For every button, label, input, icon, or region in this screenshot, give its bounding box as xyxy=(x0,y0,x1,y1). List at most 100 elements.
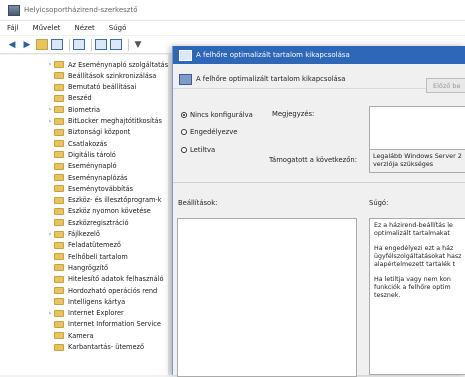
tree-item[interactable]: Hangrögzítő xyxy=(46,262,108,273)
tree-item-label: Internet Information Service xyxy=(68,320,161,329)
tree-item[interactable]: Eszközregisztráció xyxy=(46,217,129,228)
tree-item[interactable]: Beszéd xyxy=(46,93,92,104)
tree-item[interactable]: Eszköz nyomon követése xyxy=(46,206,151,217)
tree-item[interactable]: Hordozható operációs rend xyxy=(46,285,157,296)
tree-item[interactable]: › Fájlkezelő xyxy=(46,229,100,240)
folder-icon xyxy=(54,117,64,125)
window-titlebar: Helyicsoportházirend-szerkesztő xyxy=(0,0,465,21)
tree-item[interactable]: Kamera xyxy=(46,330,93,341)
menu-view[interactable]: Nézet xyxy=(68,24,102,32)
options-label: Beállítások: xyxy=(178,199,218,207)
folder-icon xyxy=(54,83,64,91)
tree-item[interactable]: Biztonsági központ xyxy=(46,127,130,138)
comment-label: Megjegyzés: xyxy=(272,110,315,118)
tree-item[interactable]: Eseménynaplózás xyxy=(46,172,127,183)
dialog-header: A felhőre optimalizált tartalom kikapcso… xyxy=(173,70,465,89)
tree-item-label: Eseménynapló xyxy=(68,162,117,171)
tree-item[interactable]: › Az Eseménynapló szolgáltatás xyxy=(46,59,168,70)
forward-icon[interactable]: ▶ xyxy=(21,39,33,51)
chevron-right-icon[interactable]: › xyxy=(46,231,54,238)
tree-item-label: Bemutató beállításai xyxy=(68,83,137,92)
menu-file[interactable]: Fájl xyxy=(0,24,26,32)
tree-item-label: Kamera xyxy=(68,331,94,340)
tree-item[interactable]: Hitelesítő adatok felhasználó xyxy=(46,274,164,285)
show-tree-icon[interactable] xyxy=(51,39,63,51)
radio-button-icon[interactable] xyxy=(181,129,187,135)
chevron-right-icon[interactable]: › xyxy=(46,61,54,68)
folder-icon xyxy=(54,253,64,261)
help-line: optimalizált tartalmakat xyxy=(374,230,450,237)
folder-icon xyxy=(54,207,64,215)
folder-icon xyxy=(54,94,64,102)
tree-item[interactable]: Feladatütemező xyxy=(46,240,121,251)
tree-item[interactable]: Bemutató beállításai xyxy=(46,82,136,93)
tree-item-label: Beállítások szinkronizálása xyxy=(68,71,157,80)
tree-item-label: Hitelesítő adatok felhasználó xyxy=(68,275,164,284)
toolbar-separator xyxy=(128,38,129,51)
radio-enabled[interactable]: Engedélyezve xyxy=(181,126,237,138)
tree-item[interactable]: Csatlakozás xyxy=(46,138,107,149)
help-line: Ha letiltja vagy nem kon xyxy=(374,276,451,283)
chevron-right-icon[interactable]: › xyxy=(46,310,54,317)
tree-item[interactable]: Felhőbeli tartalom xyxy=(46,251,128,262)
radio-button-icon[interactable] xyxy=(181,112,187,118)
folder-icon xyxy=(54,151,64,159)
help-line: ügyfélszolgáltatásokat hasz xyxy=(374,253,462,260)
tree-item-label: Biztonsági központ xyxy=(68,128,131,137)
tree-item-label: Az Eseménynapló szolgáltatás xyxy=(68,60,169,69)
tree-item[interactable]: Eszköz- és illesztőprogram-k xyxy=(46,195,162,206)
help-line: Ha engedélyezi ezt a ház xyxy=(374,245,454,252)
menubar: Fájl Művelet Nézet Súgó xyxy=(0,21,465,35)
toolbar-separator xyxy=(91,38,92,51)
folder-icon xyxy=(54,128,64,136)
chevron-right-icon[interactable]: › xyxy=(46,118,54,125)
folder-up-icon[interactable] xyxy=(36,39,48,51)
folder-icon xyxy=(54,287,64,294)
chevron-right-icon[interactable]: › xyxy=(46,106,54,113)
previous-setting-button[interactable]: Előző be xyxy=(426,78,465,93)
tree-item[interactable]: Eseménytovábbítás xyxy=(46,183,133,194)
tree-item-label: Karbantartás- ütemező xyxy=(68,343,145,351)
dialog-title: A felhőre optimalizált tartalom kikapcso… xyxy=(196,51,350,59)
window-title: Helyicsoportházirend-szerkesztő xyxy=(24,6,138,14)
tree-item[interactable]: › Biometria xyxy=(46,104,100,115)
menu-help[interactable]: Súgó xyxy=(102,24,134,32)
tree-item[interactable]: Intelligens kártya xyxy=(46,296,125,307)
radio-label: Engedélyezve xyxy=(190,128,238,136)
tree-item[interactable]: Beállítások szinkronizálása xyxy=(46,70,156,81)
dialog-header-text: A felhőre optimalizált tartalom kikapcso… xyxy=(196,75,346,83)
tree-item-label: Feladatütemező xyxy=(68,241,121,250)
help-line: alapértelmezett tartalék t xyxy=(374,261,456,268)
radio-label: Letiltva xyxy=(190,146,216,154)
tree-item[interactable]: › Internet Explorer xyxy=(46,308,124,319)
radio-label: Nincs konfigurálva xyxy=(190,111,253,119)
dialog-icon xyxy=(179,49,192,61)
radio-disabled[interactable]: Letiltva xyxy=(181,144,215,156)
tree-item[interactable]: Karbantartás- ütemező xyxy=(46,342,144,353)
folder-icon xyxy=(54,230,64,238)
app-icon xyxy=(8,4,20,16)
tree-item-label: Csatlakozás xyxy=(68,139,108,148)
radio-button-icon[interactable] xyxy=(181,147,187,153)
menu-action[interactable]: Művelet xyxy=(26,24,68,32)
view-icon[interactable] xyxy=(110,39,122,51)
filter-icon[interactable]: ▼ xyxy=(132,39,144,51)
folder-icon xyxy=(54,174,64,181)
tree-item-label: Eseménynaplózás xyxy=(68,173,128,182)
help-icon[interactable] xyxy=(95,39,107,51)
folder-icon xyxy=(54,162,64,170)
tree-item-label: BitLocker meghajtótitkosítás xyxy=(68,117,162,125)
tree-item[interactable]: Eseménynapló xyxy=(46,161,117,172)
help-paragraph: Ez a házirend-beállítás le optimalizált … xyxy=(374,222,464,238)
tree-item[interactable]: Internet Information Service xyxy=(46,319,161,330)
supported-on-box: Legalább Windows Server 2 verziója szüks… xyxy=(369,149,465,173)
tree-item[interactable]: Digitális tároló xyxy=(46,149,116,160)
help-paragraph: Ha letiltja vagy nem kon funkciók a felh… xyxy=(374,276,464,300)
radio-not-configured[interactable]: Nincs konfigurálva xyxy=(181,109,253,121)
tree-item-label: Hangrögzítő xyxy=(68,263,109,272)
tree-item[interactable]: › BitLocker meghajtótitkosítás xyxy=(46,116,162,127)
properties-icon[interactable] xyxy=(73,39,85,51)
tree-item-label: Intelligens kártya xyxy=(68,297,126,306)
back-icon[interactable]: ◀ xyxy=(6,39,18,51)
tree-item-label: Internet Explorer xyxy=(68,309,124,318)
